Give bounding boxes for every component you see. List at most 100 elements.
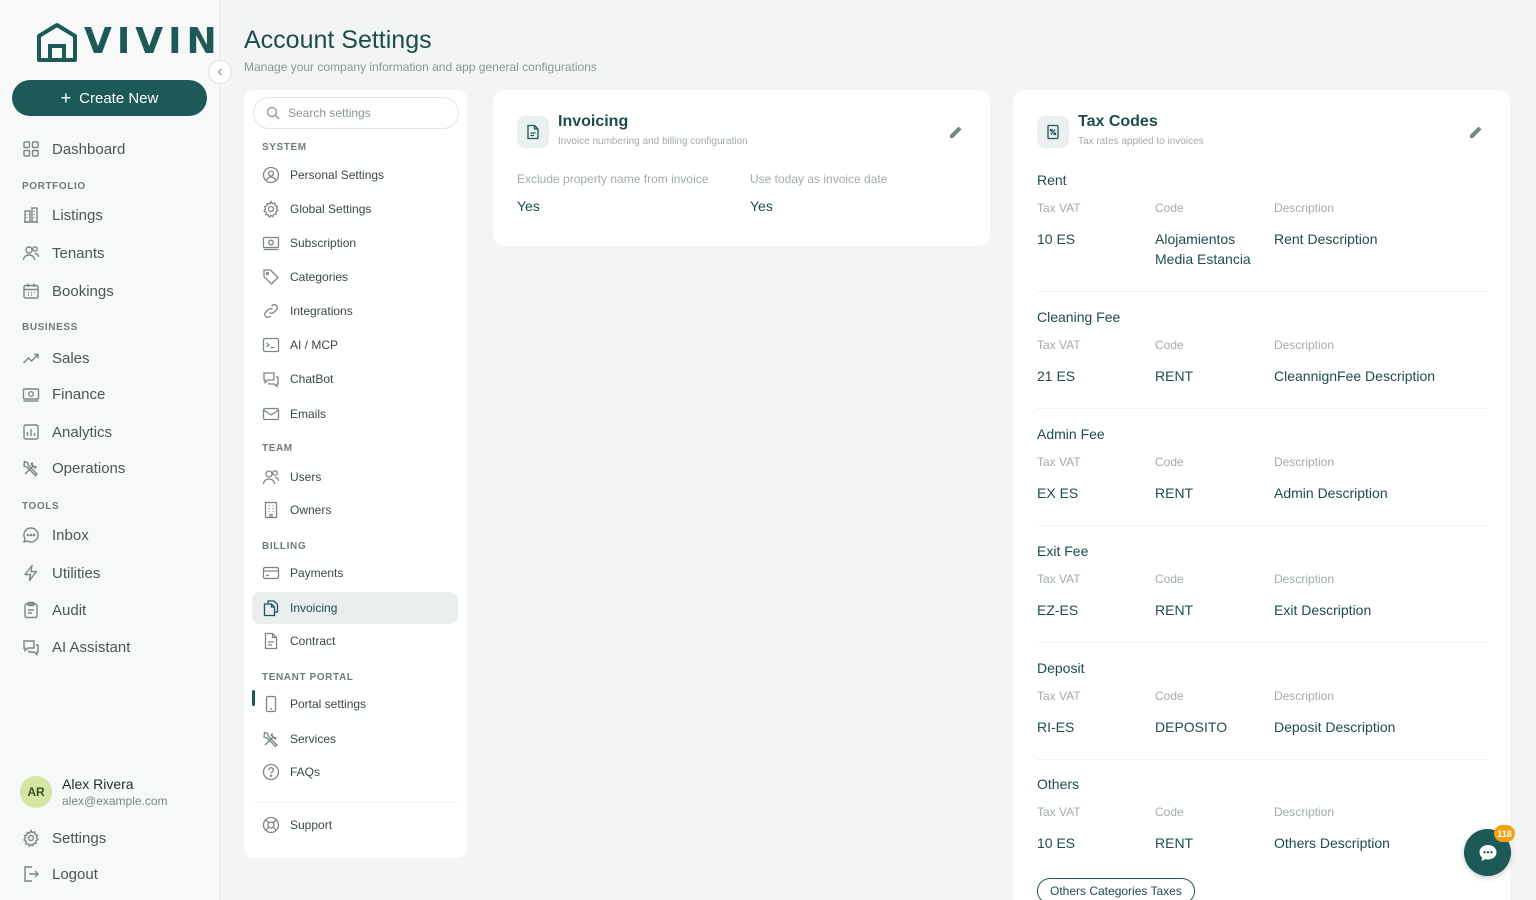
lightning-icon xyxy=(24,564,38,582)
nav-item-sales[interactable]: Sales xyxy=(22,346,90,370)
nav-label: Dashboard xyxy=(52,140,126,158)
edit-invoicing-button[interactable] xyxy=(945,122,965,142)
gear-icon xyxy=(23,829,39,847)
column-label: Code xyxy=(1155,572,1184,586)
settings-item-faqs[interactable]: FAQs xyxy=(262,760,458,784)
page-title: Account Settings xyxy=(244,26,432,54)
collapse-sidebar-button[interactable] xyxy=(208,60,232,84)
tax-vat-value: EX ES xyxy=(1037,485,1079,501)
nav-item-utilities[interactable]: Utilities xyxy=(22,561,100,585)
settings-item-portal-settings[interactable]: Portal settings xyxy=(262,692,458,716)
nav-label: Tenants xyxy=(52,244,105,262)
logout-icon xyxy=(24,866,39,882)
settings-item-users[interactable]: Users xyxy=(262,465,458,489)
nav-label: Finance xyxy=(52,385,106,403)
trending-up-icon xyxy=(23,353,39,364)
settings-item-ai-mcp[interactable]: AI / MCP xyxy=(262,333,458,357)
gear-icon xyxy=(263,200,279,218)
chat-bubbles-icon xyxy=(23,640,39,656)
plus-icon: + xyxy=(60,88,72,108)
lifebuoy-icon xyxy=(262,816,280,834)
user-profile[interactable]: AR Alex Rivera alex@example.com xyxy=(20,776,168,808)
user-circle-icon xyxy=(262,166,280,184)
grid-icon xyxy=(23,141,39,157)
settings-item-label: Integrations xyxy=(290,304,353,318)
nav-item-ai-assistant[interactable]: AI Assistant xyxy=(22,635,130,659)
settings-item-global[interactable]: Global Settings xyxy=(262,197,458,221)
settings-item-payments[interactable]: Payments xyxy=(262,561,458,585)
tax-vat-value: 21 ES xyxy=(1037,368,1076,384)
settings-item-label: Contract xyxy=(290,634,336,648)
nav-label: Listings xyxy=(52,206,103,224)
nav-item-inbox[interactable]: Inbox xyxy=(22,523,89,547)
tax-code-value: RENT xyxy=(1155,602,1194,618)
column-label: Tax VAT xyxy=(1037,572,1081,586)
link-icon xyxy=(264,304,278,318)
section-tools: TOOLS xyxy=(22,501,60,512)
section-business: BUSINESS xyxy=(22,322,78,333)
settings-item-subscription[interactable]: Subscription xyxy=(262,231,458,255)
column-label: Description xyxy=(1274,201,1335,215)
nav-item-bookings[interactable]: Bookings xyxy=(22,279,114,303)
tax-code-value: RENT xyxy=(1155,835,1194,851)
nav-label: Analytics xyxy=(52,423,113,441)
nav-item-audit[interactable]: Audit xyxy=(22,598,86,622)
section-team: TEAM xyxy=(262,443,293,454)
settings-item-label: Support xyxy=(290,818,333,832)
brand-logo[interactable]: VIVIN xyxy=(36,22,222,62)
nav-item-analytics[interactable]: Analytics xyxy=(22,420,112,444)
settings-item-chatbot[interactable]: ChatBot xyxy=(262,367,458,391)
nav-item-operations[interactable]: Operations xyxy=(22,456,125,480)
users-icon xyxy=(22,246,40,261)
settings-item-integrations[interactable]: Integrations xyxy=(262,299,458,323)
nav-item-listings[interactable]: Listings xyxy=(22,203,103,227)
settings-item-label: Payments xyxy=(290,566,344,580)
tax-vat-value: EZ-ES xyxy=(1037,602,1079,618)
settings-item-services[interactable]: Services xyxy=(262,727,458,751)
search-input[interactable] xyxy=(288,106,438,120)
tax-description-value: Deposit Description xyxy=(1274,719,1396,735)
settings-item-contract[interactable]: Contract xyxy=(262,629,458,653)
nav-item-tenants[interactable]: Tenants xyxy=(22,241,105,265)
settings-item-label: Owners xyxy=(290,503,332,517)
nav-label: Audit xyxy=(52,601,87,619)
search-icon xyxy=(266,106,280,120)
settings-item-personal[interactable]: Personal Settings xyxy=(262,163,458,187)
pencil-icon xyxy=(949,126,961,138)
divider xyxy=(254,802,458,803)
documents-icon xyxy=(263,600,279,617)
chat-bubbles-icon xyxy=(263,372,279,388)
card-subtitle: Tax rates applied to invoices xyxy=(1078,136,1204,147)
nav-item-settings[interactable]: Settings xyxy=(22,826,106,850)
help-circle-icon xyxy=(262,763,280,781)
column-label: Description xyxy=(1274,689,1335,703)
settings-item-invoicing[interactable]: Invoicing xyxy=(252,592,458,624)
nav-label: Inbox xyxy=(52,526,89,544)
settings-item-categories[interactable]: Categories xyxy=(262,265,458,289)
column-label: Description xyxy=(1274,805,1335,819)
settings-item-emails[interactable]: Emails xyxy=(262,402,458,426)
create-new-label: Create New xyxy=(79,89,159,107)
tax-group-name: Admin Fee xyxy=(1037,426,1105,442)
nav-item-finance[interactable]: Finance xyxy=(22,382,105,406)
others-categories-taxes-chip[interactable]: Others Categories Taxes xyxy=(1037,878,1195,900)
tax-group-name: Others xyxy=(1037,776,1080,792)
column-label: Code xyxy=(1155,455,1184,469)
column-label: Tax VAT xyxy=(1037,805,1081,819)
nav-item-dashboard[interactable]: Dashboard xyxy=(22,137,125,161)
settings-item-label: Categories xyxy=(290,270,349,284)
tax-code-value: DEPOSITO xyxy=(1155,719,1228,735)
edit-tax-codes-button[interactable] xyxy=(1465,122,1485,142)
settings-item-owners[interactable]: Owners xyxy=(262,498,458,522)
field-value: Yes xyxy=(517,198,540,214)
divider xyxy=(1037,408,1487,409)
search-box[interactable] xyxy=(253,97,459,129)
settings-item-label: FAQs xyxy=(290,765,321,779)
nav-label: AI Assistant xyxy=(52,638,131,656)
section-billing: BILLING xyxy=(262,541,307,552)
column-label: Tax VAT xyxy=(1037,455,1081,469)
nav-item-logout[interactable]: Logout xyxy=(22,862,98,886)
tag-icon xyxy=(263,269,279,285)
settings-item-support[interactable]: Support xyxy=(262,813,458,837)
create-new-button[interactable]: + Create New xyxy=(12,80,207,116)
